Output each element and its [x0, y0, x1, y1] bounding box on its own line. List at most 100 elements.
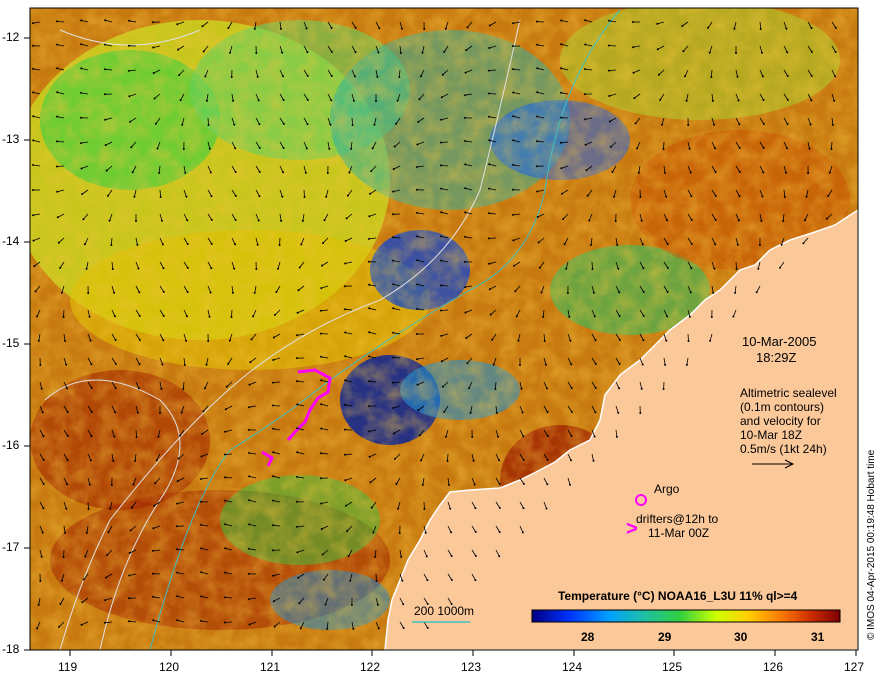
velocity-arrowhead — [85, 531, 88, 534]
velocity-arrowhead — [320, 502, 323, 505]
velocity-arrowhead — [368, 331, 371, 334]
velocity-arrowhead — [40, 387, 43, 390]
velocity-arrowhead — [562, 218, 565, 220]
velocity-arrowhead — [136, 411, 139, 414]
velocity-arrowhead — [560, 141, 562, 144]
velocity-arrowhead — [416, 333, 418, 335]
velocity-arrowhead — [368, 430, 371, 433]
velocity-arrowhead — [64, 531, 67, 534]
velocity-arrowhead — [469, 411, 472, 414]
velocity-arrowhead — [688, 315, 691, 318]
colorbar-title: Temperature (°C) NOAA16_L3U 11% ql>=4 — [558, 589, 798, 603]
velocity-arrowhead — [639, 412, 642, 414]
velocity-arrowhead — [129, 529, 132, 532]
velocity-arrowhead — [256, 243, 259, 246]
velocity-arrowhead — [278, 244, 281, 246]
velocity-arrowhead — [714, 147, 716, 150]
velocity-arrowhead — [303, 196, 306, 198]
velocity-arrowhead — [208, 147, 211, 150]
velocity-arrowhead — [714, 171, 717, 173]
map-time: 18:29Z — [756, 350, 797, 365]
velocity-arrowhead — [301, 219, 304, 222]
velocity-arrowhead — [128, 552, 131, 554]
velocity-arrowhead — [234, 194, 237, 197]
velocity-arrowhead — [426, 626, 429, 629]
velocity-arrowhead — [464, 286, 467, 289]
velocity-arrowhead — [684, 75, 686, 78]
velocity-arrowhead — [542, 315, 545, 318]
velocity-arrowhead — [300, 243, 303, 246]
velocity-arrowhead — [320, 403, 323, 406]
velocity-arrowhead — [828, 171, 831, 174]
velocity-arrowhead — [128, 574, 131, 577]
velocity-arrowhead — [275, 291, 278, 293]
velocity-arrowhead — [162, 290, 165, 293]
velocity-arrowhead — [152, 527, 155, 530]
velocity-arrowhead — [421, 51, 424, 54]
velocity-arrowhead — [32, 139, 35, 142]
velocity-arrowhead — [416, 308, 419, 310]
velocity-arrowhead — [56, 91, 59, 94]
velocity-arrowhead — [136, 243, 139, 246]
velocity-arrowhead — [228, 339, 231, 342]
velocity-arrowhead — [639, 196, 642, 198]
velocity-arrowhead — [207, 340, 210, 342]
argo-label: Argo — [654, 482, 680, 496]
velocity-arrowhead — [444, 435, 447, 438]
velocity-arrowhead — [402, 603, 405, 606]
velocity-arrowhead — [80, 623, 83, 626]
velocity-arrowhead — [761, 51, 763, 54]
velocity-arrowhead — [90, 363, 93, 366]
velocity-arrowhead — [736, 243, 739, 246]
velocity-arrowhead — [656, 48, 659, 51]
velocity-arrowhead — [248, 475, 251, 478]
velocity-arrowhead — [786, 123, 789, 125]
velocity-arrowhead — [536, 43, 539, 46]
velocity-arrowhead — [394, 457, 396, 460]
velocity-arrowhead — [546, 434, 549, 437]
velocity-arrowhead — [392, 236, 394, 239]
velocity-arrowhead — [160, 387, 163, 390]
y-tick-label: -15 — [2, 336, 20, 350]
velocity-arrowhead — [466, 26, 469, 29]
velocity-arrowhead — [758, 244, 761, 246]
velocity-arrowhead — [248, 547, 251, 550]
velocity-arrowhead — [714, 194, 717, 197]
velocity-arrowhead — [159, 196, 162, 198]
velocity-arrowhead — [132, 483, 135, 486]
velocity-arrowhead — [277, 267, 279, 270]
velocity-arrowhead — [464, 71, 467, 74]
velocity-arrowhead — [543, 340, 546, 342]
velocity-arrowhead — [201, 432, 204, 435]
velocity-arrowhead — [443, 410, 446, 413]
velocity-arrowhead — [135, 436, 138, 438]
velocity-arrowhead — [298, 602, 301, 605]
velocity-arrowhead — [688, 147, 691, 150]
velocity-arrowhead — [392, 407, 395, 409]
velocity-arrowhead — [440, 360, 443, 363]
velocity-arrowhead — [417, 409, 420, 412]
velocity-arrowhead — [177, 48, 179, 51]
velocity-arrowhead — [179, 434, 181, 437]
velocity-arrowhead — [56, 190, 59, 193]
velocity-arrowhead — [62, 556, 65, 558]
velocity-arrowhead — [785, 27, 788, 30]
velocity-arrowhead — [392, 356, 394, 359]
velocity-arrowhead — [488, 92, 490, 95]
velocity-arrowhead — [155, 459, 158, 462]
velocity-arrowhead — [489, 313, 492, 316]
velocity-arrowhead — [825, 217, 828, 220]
velocity-arrowhead — [112, 459, 115, 462]
velocity-arrowhead — [687, 340, 690, 342]
velocity-arrowhead — [488, 115, 491, 118]
velocity-arrowhead — [154, 482, 157, 485]
velocity-arrowhead — [344, 479, 347, 482]
velocity-arrowhead — [568, 315, 571, 318]
velocity-arrowhead — [205, 363, 208, 366]
velocity-arrowhead — [492, 363, 495, 366]
velocity-arrowhead — [708, 51, 711, 54]
velocity-arrowhead — [737, 219, 740, 222]
velocity-arrowhead — [685, 99, 688, 102]
velocity-arrowhead — [512, 213, 515, 216]
velocity-arrowhead — [330, 50, 333, 53]
